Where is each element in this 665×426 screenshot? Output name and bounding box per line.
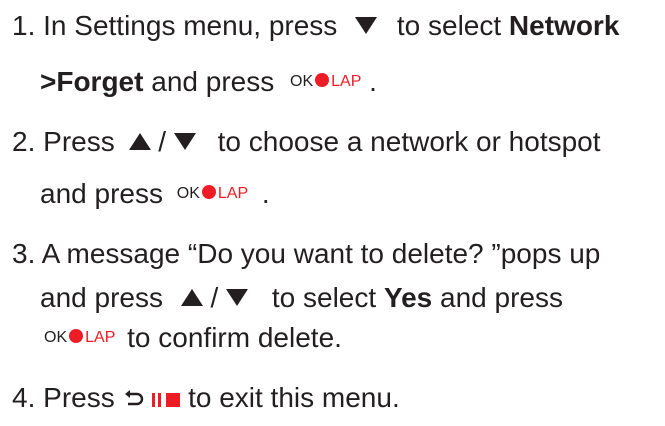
option-yes: Yes xyxy=(383,282,433,313)
step-text: In Settings menu, press xyxy=(43,10,338,41)
step-text: and press xyxy=(440,282,563,313)
ok-lap-button-icon: OK LAP xyxy=(176,184,249,202)
step-text: . xyxy=(261,178,270,209)
step-number: 4. xyxy=(12,382,36,413)
step-text: and press xyxy=(40,282,163,313)
step-text: . xyxy=(369,66,377,97)
step-text: Press xyxy=(43,126,115,157)
step-number: 2. xyxy=(12,126,36,157)
ok-lap-button-icon: OK LAP xyxy=(290,72,362,90)
step-text: to choose a network or hotspot xyxy=(217,126,601,157)
pause-stop-icon xyxy=(152,380,181,416)
step-4-line-1: 4. Press to exit this menu. xyxy=(12,380,400,418)
step-text: to confirm delete. xyxy=(127,322,342,353)
step-text: to select xyxy=(396,10,502,41)
ok-lap-button-icon: OK LAP xyxy=(44,328,116,346)
back-arrow-icon xyxy=(124,389,143,405)
down-triangle-icon xyxy=(226,289,249,307)
slash: / xyxy=(158,126,167,157)
down-triangle-icon xyxy=(355,17,378,35)
down-triangle-icon xyxy=(173,133,196,151)
step-2-line-1: 2. Press / to choose a network or hotspo… xyxy=(12,124,601,160)
step-3-line-3: OK LAP to confirm delete. xyxy=(44,320,342,358)
step-3-line-1: 3. A message “Do you want to delete? ”po… xyxy=(12,236,600,272)
step-text: to exit this menu. xyxy=(188,382,400,413)
menu-option-forget: >Forget xyxy=(40,66,144,97)
step-3-line-2: and press / to select Yes and press xyxy=(40,280,563,316)
step-1-line-2: >Forget and press OK LAP . xyxy=(40,64,377,102)
step-number: 1. xyxy=(12,10,36,41)
step-2-line-2: and press OK LAP . xyxy=(40,176,270,214)
step-text: to select xyxy=(271,282,377,313)
up-triangle-icon xyxy=(180,289,203,307)
step-number: 3. xyxy=(12,238,36,269)
step-text: Press xyxy=(43,382,115,413)
step-text: and press xyxy=(40,178,163,209)
menu-option-network: Network xyxy=(508,10,620,41)
step-text: A message “Do you want to delete? ”pops … xyxy=(41,238,601,269)
slash: / xyxy=(210,282,219,313)
up-triangle-icon xyxy=(128,133,151,151)
step-text: and press xyxy=(151,66,275,97)
step-1-line-1: 1. In Settings menu, press to select Net… xyxy=(12,8,619,44)
